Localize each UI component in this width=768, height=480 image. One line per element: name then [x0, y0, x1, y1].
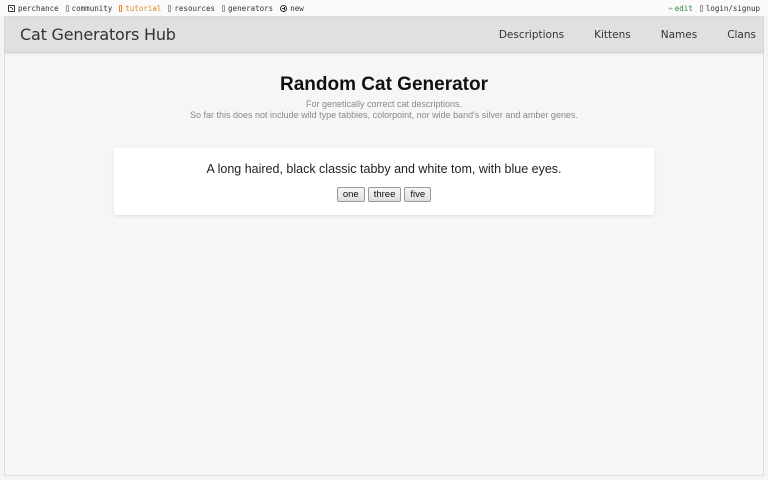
- tutorial-icon: [119, 4, 123, 12]
- topbar-left: perchance community tutorial resources g…: [0, 4, 311, 13]
- generator-frame: Cat Generators Hub Descriptions Kittens …: [4, 16, 764, 476]
- topbar-new-label: new: [290, 3, 304, 13]
- generated-description: A long haired, black classic tabby and w…: [206, 162, 562, 176]
- topbar-login-label: login/signup: [705, 3, 760, 13]
- subtitle-line-1: For genetically correct cat descriptions…: [305, 99, 463, 109]
- generators-icon: [222, 4, 226, 12]
- resources-icon: [168, 4, 172, 12]
- navbar: Cat Generators Hub Descriptions Kittens …: [5, 17, 763, 53]
- generate-three-button[interactable]: three: [367, 187, 402, 202]
- pencil-icon: ✏: [668, 4, 673, 12]
- nav-kittens[interactable]: Kittens: [594, 29, 631, 41]
- perchance-topbar: perchance community tutorial resources g…: [0, 0, 768, 16]
- topbar-edit-label: edit: [674, 3, 693, 13]
- topbar-resources-label: resources: [174, 3, 216, 13]
- nav-names[interactable]: Names: [661, 29, 697, 41]
- topbar-generators-link[interactable]: generators: [222, 4, 273, 13]
- user-icon: [699, 4, 703, 12]
- subtitle-line-2: So far this does not include wild type t…: [190, 110, 578, 120]
- topbar-new-link[interactable]: new: [280, 4, 304, 13]
- main-content: Random Cat Generator For genetically cor…: [5, 53, 763, 215]
- nav-links: Descriptions Kittens Names Clans: [469, 29, 763, 41]
- topbar-login-link[interactable]: login/signup: [699, 3, 760, 13]
- topbar-tutorial-label: tutorial: [125, 3, 162, 13]
- generate-five-button[interactable]: five: [404, 187, 432, 202]
- plus-icon: [280, 4, 288, 12]
- output-card: A long haired, black classic tabby and w…: [114, 148, 654, 215]
- nav-clans[interactable]: Clans: [727, 29, 756, 41]
- page-title: Random Cat Generator: [280, 74, 488, 95]
- dice-icon: [8, 4, 15, 12]
- generate-one-button[interactable]: one: [336, 187, 365, 202]
- button-group: one three five: [114, 187, 654, 202]
- community-icon: [65, 4, 69, 12]
- topbar-tutorial-link[interactable]: tutorial: [119, 4, 161, 13]
- topbar-perchance-label: perchance: [18, 3, 59, 13]
- topbar-resources-link[interactable]: resources: [168, 4, 215, 13]
- topbar-perchance-link[interactable]: perchance: [8, 4, 59, 13]
- topbar-right: ✏ edit login/signup: [669, 4, 768, 13]
- topbar-community-label: community: [71, 3, 113, 13]
- topbar-generators-label: generators: [228, 3, 274, 13]
- topbar-community-link[interactable]: community: [65, 3, 113, 13]
- nav-descriptions[interactable]: Descriptions: [499, 29, 564, 41]
- topbar-edit-link[interactable]: ✏ edit: [669, 4, 693, 13]
- brand-title[interactable]: Cat Generators Hub: [5, 25, 176, 44]
